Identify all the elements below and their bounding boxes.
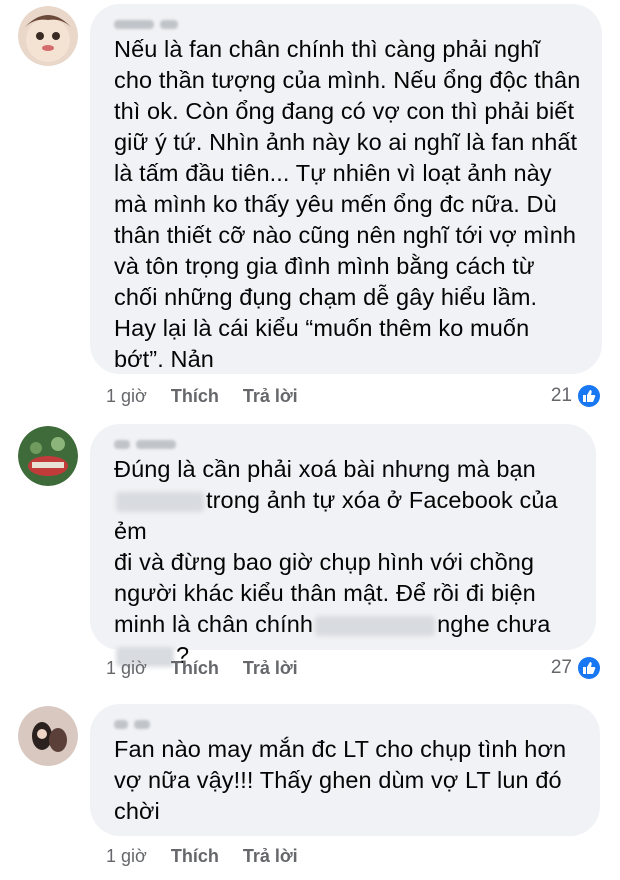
like-button[interactable]: Thích (171, 846, 219, 867)
comment-actions: 1 giờ Thích Trả lời (106, 384, 298, 408)
avatar[interactable] (18, 426, 78, 486)
avatar[interactable] (18, 706, 78, 766)
comment-actions: 1 giờ Thích Trả lời (106, 844, 298, 868)
reply-button[interactable]: Trả lời (243, 846, 298, 867)
reply-button[interactable]: Trả lời (243, 658, 298, 679)
avatar[interactable] (18, 6, 78, 66)
author-name-redacted[interactable] (114, 434, 578, 454)
reaction-summary[interactable]: 27 (551, 656, 600, 680)
thumbs-up-icon (578, 657, 600, 679)
author-name-redacted[interactable] (114, 714, 582, 734)
timestamp[interactable]: 1 giờ (106, 846, 147, 867)
censored-text (116, 491, 204, 512)
comment-text: Nếu là fan chân chính thì càng phải nghĩ… (114, 36, 581, 372)
comment-text: Đúng là cần phải xoá bài nhưng mà bạn tr… (114, 456, 565, 668)
comment-bubble: Fan nào may mắn đc LT cho chụp tình hơn … (90, 704, 600, 836)
reaction-count: 21 (550, 385, 572, 406)
author-name-redacted[interactable] (114, 14, 584, 34)
reaction-count: 27 (550, 657, 572, 678)
reaction-summary[interactable]: 21 (551, 384, 600, 408)
timestamp[interactable]: 1 giờ (106, 658, 147, 679)
comment-bubble: Đúng là cần phải xoá bài nhưng mà bạn tr… (90, 424, 596, 668)
reply-button[interactable]: Trả lời (243, 386, 298, 407)
comment-bubble: Nếu là fan chân chính thì càng phải nghĩ… (90, 4, 602, 374)
timestamp[interactable]: 1 giờ (106, 386, 147, 407)
censored-text (315, 615, 436, 636)
like-button[interactable]: Thích (171, 386, 219, 407)
thumbs-up-icon (578, 385, 600, 407)
like-button[interactable]: Thích (171, 658, 219, 679)
comment-text: Fan nào may mắn đc LT cho chụp tình hơn … (114, 736, 567, 824)
comment-actions: 1 giờ Thích Trả lời (106, 656, 298, 680)
